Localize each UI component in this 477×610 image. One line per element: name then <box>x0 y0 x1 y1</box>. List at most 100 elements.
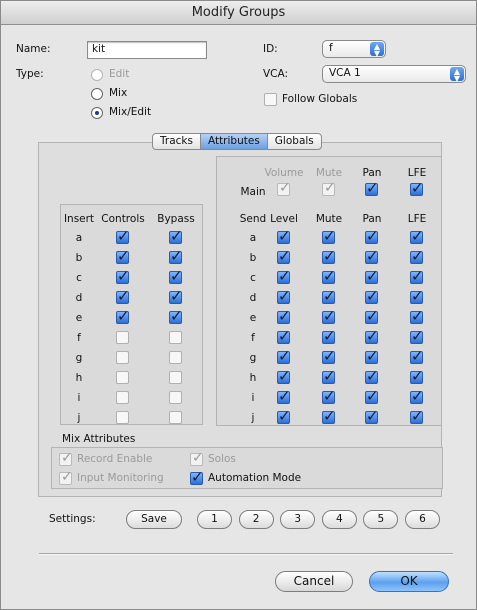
settings-label: Settings: <box>49 513 96 525</box>
insert-g-controls-checkbox[interactable] <box>116 351 129 364</box>
automation-mode-label: Automation Mode <box>208 472 302 484</box>
send-f-mute-checkbox[interactable] <box>322 327 336 345</box>
type-mix-radio[interactable] <box>91 88 103 100</box>
main-lfe-checkbox[interactable] <box>410 179 424 197</box>
main-mute-checkbox[interactable] <box>322 180 336 196</box>
follow-globals-checkbox[interactable] <box>264 93 277 106</box>
id-label: ID: <box>263 43 278 55</box>
cancel-button[interactable]: Cancel <box>275 571 353 592</box>
send-j-lfe-checkbox[interactable] <box>410 407 424 425</box>
insert-b-bypass-checkbox[interactable] <box>169 247 183 265</box>
send-e-mute-checkbox[interactable] <box>322 307 336 325</box>
send-i-level-checkbox[interactable] <box>277 387 291 405</box>
send-f-lfe-checkbox[interactable] <box>410 327 424 345</box>
send-j-level-checkbox[interactable] <box>277 407 291 425</box>
insert-h-controls-checkbox[interactable] <box>116 371 129 384</box>
settings-slot-6-button[interactable]: 6 <box>405 510 440 529</box>
send-i-lfe-checkbox[interactable] <box>410 387 424 405</box>
send-c-level-checkbox[interactable] <box>277 267 291 285</box>
insert-e-controls-checkbox[interactable] <box>116 307 130 325</box>
send-h-mute-checkbox[interactable] <box>322 367 336 385</box>
send-j-mute-checkbox[interactable] <box>322 407 336 425</box>
insert-h-bypass-checkbox[interactable] <box>169 371 182 384</box>
insert-row-id: d <box>75 292 83 304</box>
type-edit-radio[interactable] <box>91 69 103 81</box>
send-g-pan-checkbox[interactable] <box>365 347 379 365</box>
insert-d-bypass-checkbox[interactable] <box>169 287 183 305</box>
bypass-header: Bypass <box>157 213 195 225</box>
insert-d-controls-checkbox[interactable] <box>116 287 130 305</box>
main-pan-checkbox[interactable] <box>365 179 379 197</box>
send-c-mute-checkbox[interactable] <box>322 267 336 285</box>
insert-j-bypass-checkbox[interactable] <box>169 411 182 424</box>
send-e-level-checkbox[interactable] <box>277 307 291 325</box>
send-h-pan-checkbox[interactable] <box>365 367 379 385</box>
send-e-pan-checkbox[interactable] <box>365 307 379 325</box>
settings-slot-2-button[interactable]: 2 <box>238 510 274 529</box>
send-b-mute-checkbox[interactable] <box>322 247 336 265</box>
tab-globals[interactable]: Globals <box>266 133 322 150</box>
send-b-pan-checkbox[interactable] <box>365 247 379 265</box>
name-field[interactable]: kit <box>87 41 207 59</box>
send-f-pan-checkbox[interactable] <box>365 327 379 345</box>
send-d-pan-checkbox[interactable] <box>365 287 379 305</box>
send-d-mute-checkbox[interactable] <box>322 287 336 305</box>
settings-slot-1-button[interactable]: 1 <box>197 510 232 529</box>
main-volume-checkbox[interactable] <box>277 180 291 196</box>
send-e-lfe-checkbox[interactable] <box>410 307 424 325</box>
tab-tracks[interactable]: Tracks <box>152 133 201 150</box>
tab-attributes[interactable]: Attributes <box>199 133 268 150</box>
main-volume-header: Volume <box>264 167 304 179</box>
send-i-mute-checkbox[interactable] <box>322 387 336 405</box>
insert-i-bypass-checkbox[interactable] <box>169 391 182 404</box>
insert-row-id: g <box>75 352 83 364</box>
send-h-level-checkbox[interactable] <box>277 367 291 385</box>
send-b-lfe-checkbox[interactable] <box>410 247 424 265</box>
send-f-level-checkbox[interactable] <box>277 327 291 345</box>
send-b-level-checkbox[interactable] <box>277 247 291 265</box>
automation-mode-checkbox[interactable] <box>190 468 204 486</box>
send-a-level-checkbox[interactable] <box>277 227 291 245</box>
settings-slot-3-button[interactable]: 3 <box>280 510 316 529</box>
send-g-lfe-checkbox[interactable] <box>410 347 424 365</box>
save-settings-button[interactable]: Save <box>126 510 182 529</box>
insert-j-controls-checkbox[interactable] <box>116 411 129 424</box>
send-c-pan-checkbox[interactable] <box>365 267 379 285</box>
insert-i-controls-checkbox[interactable] <box>116 391 129 404</box>
ok-button[interactable]: OK <box>369 571 449 592</box>
send-row-id: b <box>249 252 257 264</box>
record-enable-checkbox[interactable] <box>59 450 73 466</box>
send-h-lfe-checkbox[interactable] <box>410 367 424 385</box>
insert-a-controls-checkbox[interactable] <box>116 227 130 245</box>
insert-c-bypass-checkbox[interactable] <box>169 267 183 285</box>
insert-b-controls-checkbox[interactable] <box>116 247 130 265</box>
send-g-mute-checkbox[interactable] <box>322 347 336 365</box>
insert-a-bypass-checkbox[interactable] <box>169 227 183 245</box>
send-level-header: Level <box>270 213 298 225</box>
insert-g-bypass-checkbox[interactable] <box>169 351 182 364</box>
type-mix-edit-radio[interactable] <box>91 107 103 119</box>
settings-slot-4-button[interactable]: 4 <box>321 510 357 529</box>
vca-popup[interactable]: VCA 1 ▲ ▼ <box>322 65 466 83</box>
type-mix-edit-label: Mix/Edit <box>109 106 152 118</box>
input-monitoring-checkbox[interactable] <box>59 469 73 485</box>
send-c-lfe-checkbox[interactable] <box>410 267 424 285</box>
insert-row-id: i <box>77 392 81 404</box>
send-j-pan-checkbox[interactable] <box>365 407 379 425</box>
type-label: Type: <box>16 68 44 80</box>
insert-e-bypass-checkbox[interactable] <box>169 307 183 325</box>
send-a-pan-checkbox[interactable] <box>365 227 379 245</box>
id-popup[interactable]: f ▲ ▼ <box>322 40 386 58</box>
insert-c-controls-checkbox[interactable] <box>116 267 130 285</box>
solos-checkbox[interactable] <box>190 450 204 466</box>
settings-slot-5-button[interactable]: 5 <box>363 510 399 529</box>
send-i-pan-checkbox[interactable] <box>365 387 379 405</box>
send-d-level-checkbox[interactable] <box>277 287 291 305</box>
send-a-lfe-checkbox[interactable] <box>410 227 424 245</box>
window-title: Modify Groups <box>1 1 476 25</box>
send-g-level-checkbox[interactable] <box>277 347 291 365</box>
send-d-lfe-checkbox[interactable] <box>410 287 424 305</box>
send-a-mute-checkbox[interactable] <box>322 227 336 245</box>
insert-f-bypass-checkbox[interactable] <box>169 331 182 344</box>
insert-f-controls-checkbox[interactable] <box>116 331 129 344</box>
